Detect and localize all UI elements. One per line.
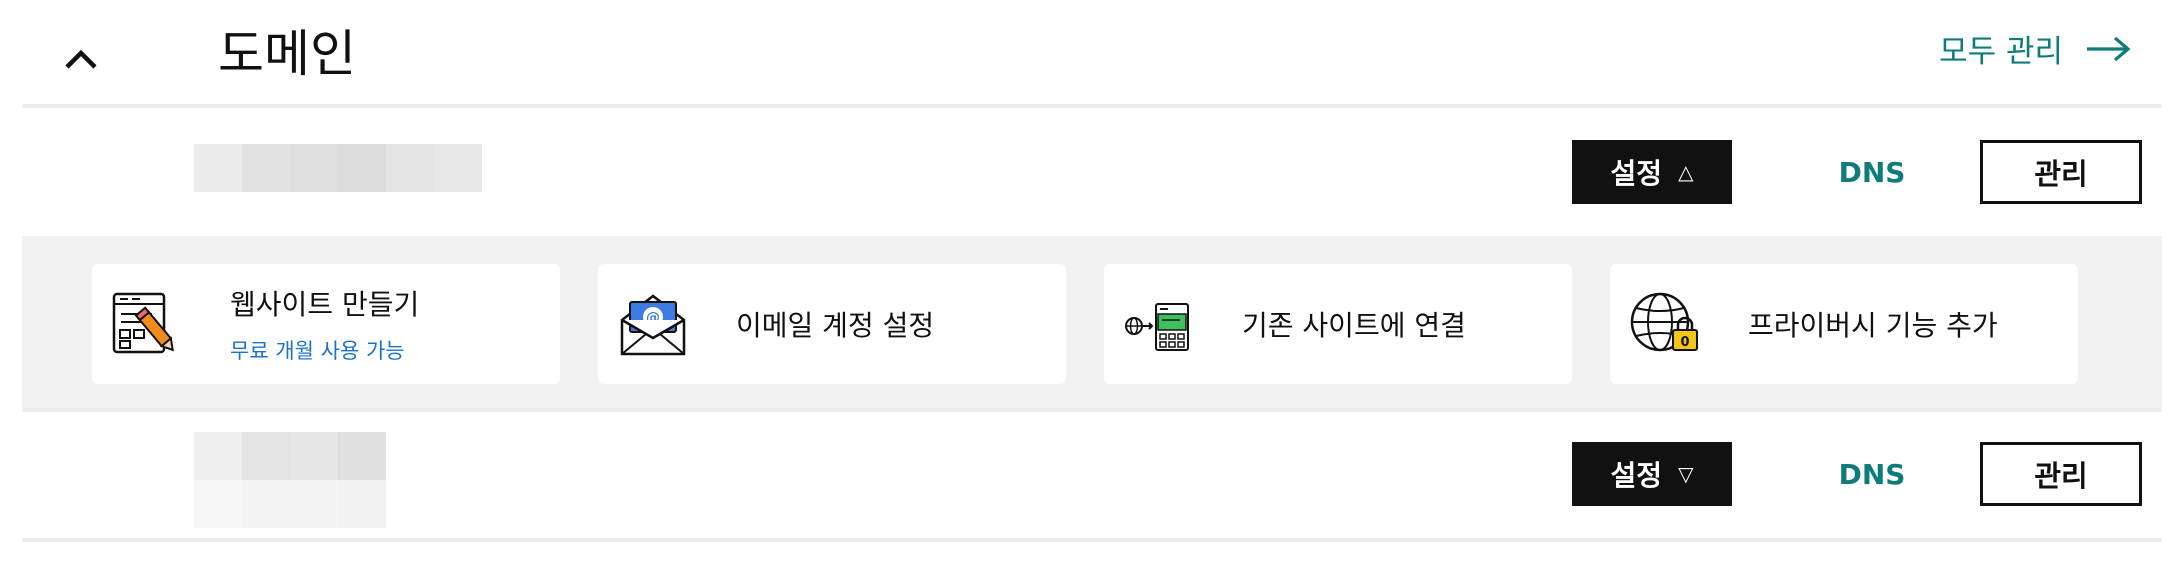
setup-card-connect-site[interactable]: 기존 사이트에 연결 <box>1104 264 1572 384</box>
privacy-globe-lock-icon: 0 <box>1628 290 1702 358</box>
settings-label: 설정 <box>1610 459 1663 492</box>
settings-button[interactable]: 설정 △ <box>1572 140 1732 204</box>
domain-row: 설정 △ DNS 관리 <box>22 110 2162 230</box>
card-title: 이메일 계정 설정 <box>736 309 935 342</box>
domain-setup-panel: 웹사이트 만들기 무료 개월 사용 가능 @ 이메일 계정 설정 기존 사이트에… <box>22 236 2162 408</box>
chevron-up-icon <box>65 49 97 69</box>
domain-row: 설정 ▽ DNS 관리 <box>22 414 2162 534</box>
manage-button[interactable]: 관리 <box>1980 442 2142 506</box>
triangle-down-icon: ▽ <box>1678 462 1694 486</box>
domain-name-redacted <box>194 432 386 528</box>
setup-card-privacy[interactable]: 0 프라이버시 기능 추가 <box>1610 264 2078 384</box>
page-title: 도메인 <box>218 25 356 83</box>
setup-card-email[interactable]: @ 이메일 계정 설정 <box>598 264 1066 384</box>
card-subtitle: 무료 개월 사용 가능 <box>230 339 405 363</box>
connect-site-icon <box>1122 290 1196 358</box>
card-title: 기존 사이트에 연결 <box>1242 309 1466 342</box>
manage-all-link[interactable]: 모두 관리 <box>1939 26 2131 71</box>
manage-button[interactable]: 관리 <box>1980 140 2142 204</box>
email-icon: @ <box>616 290 690 358</box>
card-title: 웹사이트 만들기 <box>230 288 420 321</box>
website-builder-icon <box>110 290 184 358</box>
dns-link[interactable]: DNS <box>1792 442 1952 506</box>
settings-button[interactable]: 설정 ▽ <box>1572 442 1732 506</box>
card-title: 프라이버시 기능 추가 <box>1748 309 1998 342</box>
divider <box>22 104 2162 108</box>
manage-all-label: 모두 관리 <box>1939 34 2063 70</box>
divider <box>22 408 2162 412</box>
settings-label: 설정 <box>1610 157 1663 190</box>
svg-text:0: 0 <box>1680 335 1689 350</box>
divider <box>22 538 2162 542</box>
collapse-section-button[interactable] <box>56 34 106 84</box>
domain-name-redacted <box>194 144 482 192</box>
setup-card-website[interactable]: 웹사이트 만들기 무료 개월 사용 가능 <box>92 264 560 384</box>
dns-link[interactable]: DNS <box>1792 140 1952 204</box>
arrow-right-icon <box>2087 36 2131 61</box>
triangle-up-icon: △ <box>1678 160 1694 184</box>
